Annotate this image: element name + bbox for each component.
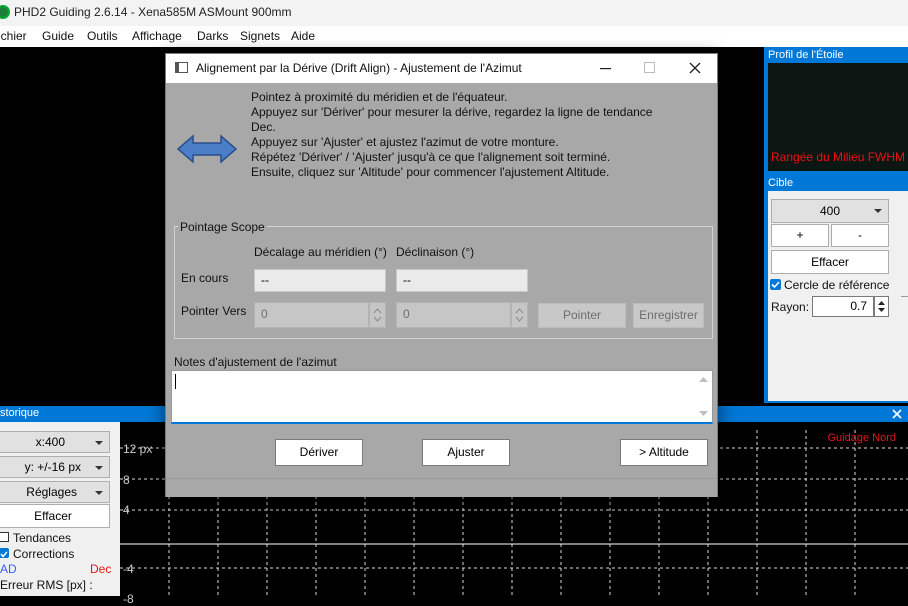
y-tick-8: 8 <box>123 473 130 487</box>
save-button[interactable]: Enregistrer <box>633 303 704 328</box>
azimuth-arrows-icon <box>176 134 238 164</box>
maximize-icon[interactable] <box>644 62 655 73</box>
dialog-title-bar: Alignement par la Dérive (Drift Align) -… <box>166 54 717 83</box>
point-to-meridian-input[interactable]: 0 <box>254 302 369 328</box>
chevron-down-icon <box>874 209 882 213</box>
instruction-line-1: Pointez à proximité du méridien et de l'… <box>251 90 508 104</box>
history-y-scale-dropdown[interactable]: y: +/-16 px <box>0 456 110 478</box>
instruction-line-6: Ensuite, cliquez sur 'Altitude' pour com… <box>251 165 610 179</box>
spinner-arrows-icon <box>373 308 382 322</box>
chevron-down-icon <box>95 466 103 470</box>
spinner-arrows-icon <box>515 308 524 322</box>
menu-aide[interactable]: Aide <box>291 29 315 43</box>
meridian-spinner[interactable] <box>369 302 386 328</box>
radius-label: Rayon: <box>771 300 810 314</box>
menu-guide[interactable]: Guide <box>42 29 74 43</box>
history-settings-label: Réglages <box>26 485 77 499</box>
dialog-window-icon <box>175 62 188 73</box>
drift-button[interactable]: Dériver <box>275 439 363 466</box>
minimize-icon[interactable] <box>600 68 611 70</box>
phd2-app-icon <box>0 5 10 19</box>
altitude-button[interactable]: > Altitude <box>620 439 708 466</box>
history-y-scale-value: y: +/-16 px <box>24 460 81 474</box>
instruction-line-3: Dec. <box>251 120 276 134</box>
y-tick-minus-4: -4 <box>123 562 134 576</box>
chevron-down-icon <box>95 491 103 495</box>
chevron-down-icon <box>95 441 103 445</box>
window-title: PHD2 Guiding 2.6.14 - Xena585M ASMount 9… <box>14 5 292 19</box>
target-zoom-value: 400 <box>819 204 841 218</box>
history-x-scale-dropdown[interactable]: x:400 <box>0 431 110 453</box>
point-button[interactable]: Pointer <box>538 303 626 328</box>
meridian-offset-header: Décalage au méridien (°) <box>254 245 387 259</box>
instruction-line-5: Répétez 'Dériver' / 'Ajuster' jusqu'à ce… <box>251 150 611 164</box>
radius-input[interactable]: 0.7 <box>812 296 874 317</box>
menu-fichier[interactable]: ichier <box>0 29 27 43</box>
declination-header: Déclinaison (°) <box>396 245 475 259</box>
scroll-arrows-icon <box>699 377 708 416</box>
point-to-label: Pointer Vers <box>181 304 247 318</box>
checkmark-icon <box>0 551 8 558</box>
panel-splitter[interactable] <box>901 296 908 297</box>
target-controls: 400 + - Effacer Cercle de référence Rayo… <box>768 191 908 401</box>
close-icon[interactable] <box>892 409 902 419</box>
current-meridian-field: -- <box>254 269 386 292</box>
rms-error-label: Erreur RMS [px] : <box>0 578 93 592</box>
spinner-arrows-icon <box>878 301 885 312</box>
corrections-checkbox[interactable] <box>0 548 9 558</box>
declination-spinner[interactable] <box>511 302 528 328</box>
target-clear-button[interactable]: Effacer <box>771 250 889 274</box>
text-cursor <box>175 374 176 389</box>
checkmark-icon <box>771 281 780 289</box>
star-profile-header: Profil de l'Étoile <box>764 47 908 63</box>
menu-bar: ichier Guide Outils Affichage Darks Sign… <box>0 26 908 47</box>
y-tick-minus-8: -8 <box>123 592 134 606</box>
trends-checkbox[interactable] <box>0 532 9 542</box>
target-zoom-dropdown[interactable]: 400 <box>771 199 889 223</box>
instruction-line-2: Appuyez sur 'Dériver' pour mesurer la dé… <box>251 105 653 119</box>
trends-label: Tendances <box>13 531 72 545</box>
notes-label: Notes d'ajustement de l'azimut <box>174 355 337 369</box>
current-label: En cours <box>181 271 229 285</box>
reference-circle-checkbox[interactable] <box>770 279 781 290</box>
drift-align-dialog: Alignement par la Dérive (Drift Align) -… <box>165 53 718 497</box>
dialog-status-bar <box>166 478 717 497</box>
current-declination-field: -- <box>396 269 528 292</box>
y-tick-12: 12 px <box>123 442 153 456</box>
target-header: Cible <box>764 175 908 191</box>
adjust-button[interactable]: Ajuster <box>422 439 510 466</box>
history-settings-dropdown[interactable]: Réglages <box>0 481 110 503</box>
dialog-title: Alignement par la Dérive (Drift Align) -… <box>196 61 522 75</box>
menu-outils[interactable]: Outils <box>87 29 118 43</box>
window-title-bar: PHD2 Guiding 2.6.14 - Xena585M ASMount 9… <box>0 0 908 26</box>
target-zoom-in-button[interactable]: + <box>771 224 829 247</box>
reference-circle-label: Cercle de référence <box>784 278 890 292</box>
guide-direction-label: Guidage Nord <box>827 432 897 444</box>
menu-signets[interactable]: Signets <box>240 29 280 43</box>
star-profile-mode-label[interactable]: Rangée du Milieu FWHM <box>771 150 905 164</box>
target-zoom-out-button[interactable]: - <box>831 224 889 247</box>
history-controls: x:400 y: +/-16 px Réglages Effacer Tenda… <box>0 422 120 596</box>
history-clear-button[interactable]: Effacer <box>0 504 110 528</box>
close-icon[interactable] <box>689 62 701 74</box>
point-to-declination-input[interactable]: 0 <box>396 302 511 328</box>
corrections-label: Corrections <box>13 547 75 561</box>
notes-scrollbar[interactable] <box>695 371 712 421</box>
history-title: storique <box>0 407 40 419</box>
scope-pointing-label: Pointage Scope <box>178 220 267 234</box>
y-tick-4: 4 <box>123 503 130 517</box>
menu-affichage[interactable]: Affichage <box>132 29 182 43</box>
menu-darks[interactable]: Darks <box>197 29 228 43</box>
notes-textarea[interactable] <box>171 370 713 424</box>
ra-legend-label: AD <box>0 562 17 576</box>
dec-legend-label: Dec <box>90 562 112 576</box>
radius-spinner[interactable] <box>874 296 889 317</box>
instruction-line-4: Appuyez sur 'Ajuster' et ajustez l'azimu… <box>251 135 559 149</box>
history-x-scale-value: x:400 <box>35 435 65 449</box>
